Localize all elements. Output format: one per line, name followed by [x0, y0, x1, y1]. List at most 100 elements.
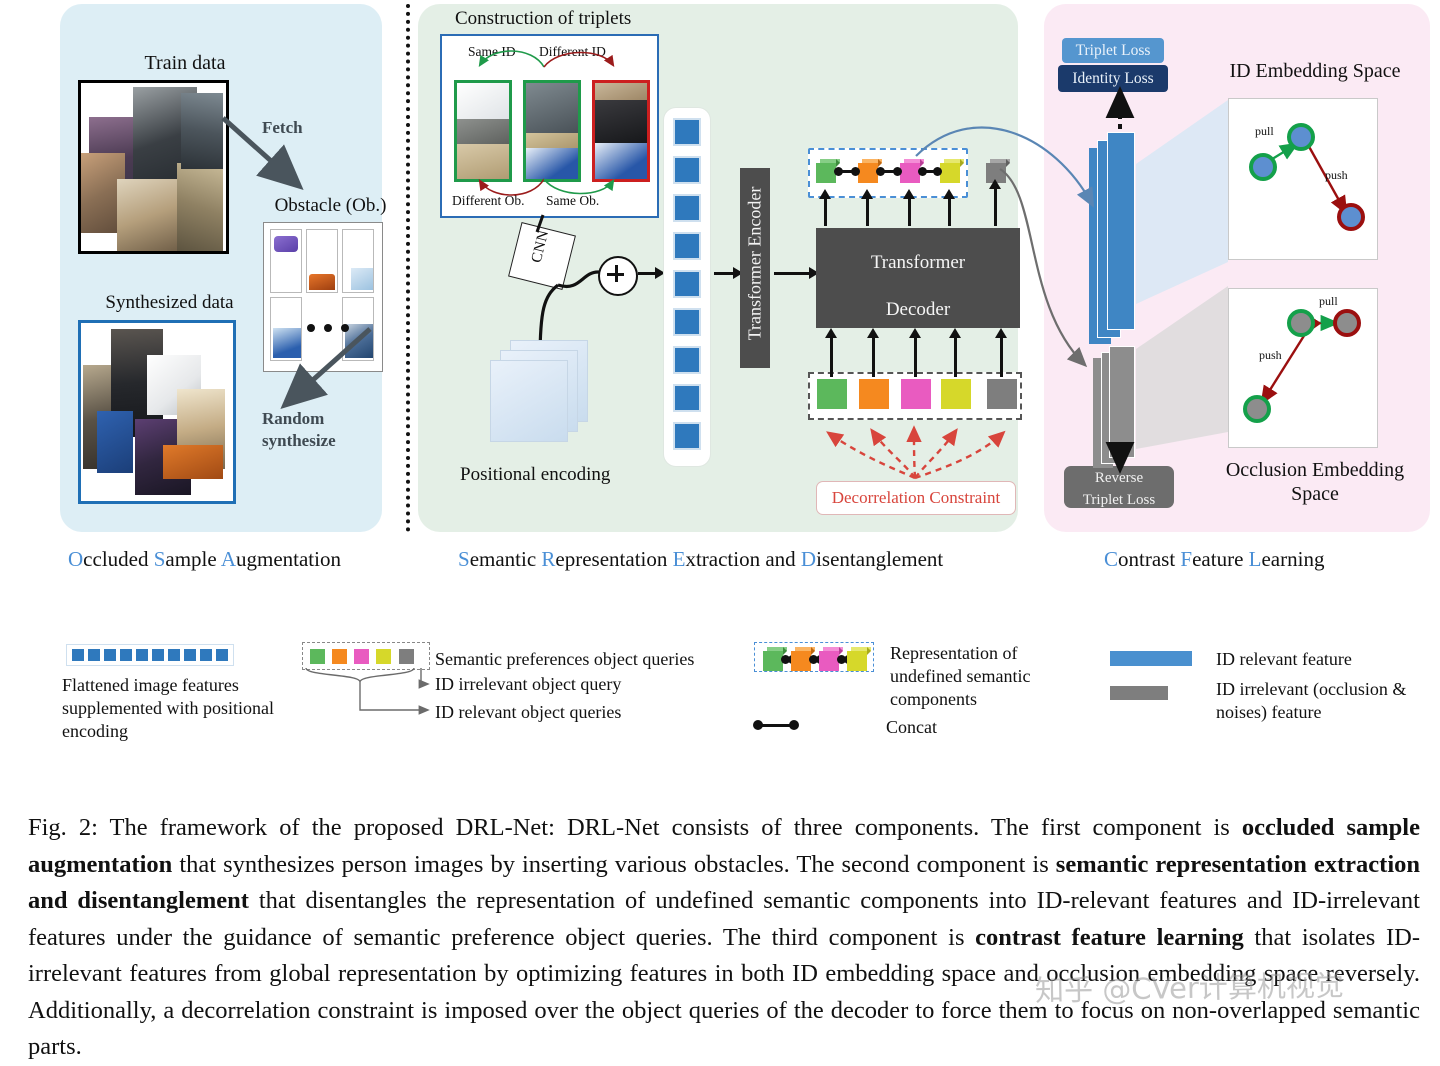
- decorrelation-constraint-label: Decorrelation Constraint: [831, 488, 1001, 507]
- identity-loss-box: Identity Loss: [1058, 65, 1168, 92]
- query-to-decoder-arrow-2: [867, 328, 879, 377]
- same-ob-label: Same Ob.: [546, 193, 600, 208]
- title-capital: C: [1104, 547, 1119, 571]
- title-capital: F: [1180, 547, 1193, 571]
- push-label-occ: push: [1259, 348, 1282, 362]
- occlusion-embedding-plot: pull push: [1243, 294, 1361, 423]
- synthesized-data-image-box: [78, 320, 236, 504]
- id-embedding-space-label: ID Embedding Space: [1229, 60, 1401, 82]
- legend-query-square-irrelevant: [399, 649, 414, 664]
- legend-flattened-strip: [66, 644, 234, 666]
- legend-feature-square: [152, 649, 164, 661]
- id-feature-bar-1: [1107, 132, 1135, 330]
- push-label-id: push: [1325, 168, 1348, 182]
- panel-divider: [406, 4, 410, 532]
- title-text: ample: [165, 547, 221, 571]
- legend-representation-group: [754, 642, 874, 672]
- watermark: 知乎 @CVer计算机视觉: [1034, 968, 1345, 1008]
- query-to-decoder-arrow-5: [995, 328, 1007, 377]
- legend-id-irrelevant-swatch: [1110, 686, 1168, 700]
- object-query-orange: [859, 379, 889, 409]
- title-capital: S: [153, 547, 166, 571]
- section-title-cfl: Contrast Feature Learning: [1104, 547, 1324, 572]
- legend-representation-text: Representation of undefined semantic com…: [890, 643, 1031, 709]
- reverse-triplet-loss-label-1: Reverse: [1094, 470, 1144, 486]
- title-capital: O: [68, 547, 84, 571]
- title-capital: D: [800, 547, 817, 571]
- occlusion-embedding-space-box: pull push: [1228, 288, 1378, 448]
- title-text: epresentation: [555, 547, 673, 571]
- reverse-triplet-loss-box: Reverse Triplet Loss: [1064, 466, 1174, 508]
- title-text: ccluded: [83, 547, 154, 571]
- legend-feature-square: [104, 649, 116, 661]
- decoder-out-arrow-5: [989, 179, 1001, 226]
- legend-query-title: Semantic preferences object queries: [435, 649, 695, 669]
- legend-feature-square: [88, 649, 100, 661]
- legend-query-connectors: [305, 667, 430, 715]
- decoder-out-arrow-1: [819, 189, 831, 226]
- title-text: emantic: [469, 547, 542, 571]
- identity-loss-label: Identity Loss: [1072, 70, 1154, 87]
- transformer-decoder-label-2: Decoder: [885, 299, 951, 320]
- legend-query-relevant: ID relevant object queries: [435, 702, 622, 722]
- decoder-out-arrow-4: [943, 189, 955, 226]
- flattened-image-features: [664, 108, 710, 466]
- decoder-out-arrow-3: [903, 189, 915, 226]
- object-query-pink: [901, 379, 931, 409]
- encoder-to-decoder-arrow: [774, 267, 819, 279]
- legend-query-square-relevant: [310, 649, 325, 664]
- title-text: ugmentation: [235, 547, 341, 571]
- object-query-gray: [987, 379, 1017, 409]
- legend-flattened-text: Flattened image features supplemented wi…: [62, 675, 274, 741]
- pull-label-id: pull: [1255, 124, 1274, 138]
- semantic-cube-yellow: [940, 159, 964, 183]
- legend-feature-square: [200, 649, 212, 661]
- legend-semantic-cube: [847, 647, 871, 671]
- decoder-out-arrow-2: [861, 189, 873, 226]
- concat-connector-1: [834, 167, 860, 176]
- legend-feature-square: [72, 649, 84, 661]
- id-embedding-plot: pull push: [1249, 123, 1365, 231]
- section-title-osa: Occluded Sample Augmentation: [68, 547, 341, 572]
- transformer-encoder: Transformer Encoder: [740, 168, 770, 368]
- fetch-arrow-label: Fetch: [262, 118, 303, 137]
- obstacle-grid: [263, 222, 383, 372]
- pull-label-occ: pull: [1319, 294, 1338, 308]
- decorrelation-constraint-box: Decorrelation Constraint: [816, 481, 1016, 515]
- object-query-yellow: [941, 379, 971, 409]
- legend-id-irrelevant-text: ID irrelevant (occlusion & noises) featu…: [1216, 679, 1407, 722]
- legend-concat-text: Concat: [886, 717, 937, 737]
- transformer-decoder-label-1: Transformer: [870, 252, 966, 273]
- caption-text: that synthesizes person images by insert…: [172, 850, 1056, 878]
- query-to-decoder-arrow-1: [825, 328, 837, 377]
- query-to-decoder-arrow-3: [909, 328, 921, 377]
- title-capital: E: [672, 547, 686, 571]
- title-capital: A: [220, 547, 236, 571]
- legend-id-relevant-text: ID relevant feature: [1216, 649, 1352, 669]
- different-ob-label: Different Ob.: [452, 193, 525, 208]
- legend-feature-square: [136, 649, 148, 661]
- addition-operator: [598, 256, 638, 296]
- title-capital: L: [1248, 547, 1262, 571]
- flatten-to-encoder-arrow: [714, 267, 743, 279]
- positional-encoding-sheet-1: [490, 360, 568, 442]
- triplet-loss-box: Triplet Loss: [1062, 38, 1164, 63]
- legend-feature-square: [216, 649, 228, 661]
- section-title-sred: Semantic Representation Extraction and D…: [458, 547, 943, 572]
- same-id-label: Same ID: [468, 44, 516, 59]
- legend-query-group: [302, 642, 430, 670]
- title-text: earning: [1261, 547, 1325, 571]
- reverse-triplet-loss-label-2: Triplet Loss: [1082, 492, 1156, 508]
- legend-id-relevant-swatch: [1110, 651, 1192, 666]
- concat-connector-2: [876, 167, 902, 176]
- ellipsis-dots: [307, 324, 349, 332]
- concat-connector-3: [918, 167, 942, 176]
- triplet-loss-label: Triplet Loss: [1075, 42, 1151, 59]
- occlusion-embedding-space-label: Occlusion Embedding Space: [1225, 459, 1405, 505]
- legend-query-square-relevant: [332, 649, 347, 664]
- legend-feature-square: [168, 649, 180, 661]
- legend-concat-symbol: [753, 720, 799, 730]
- obstacle-label: Obstacle (Ob.): [274, 195, 387, 216]
- title-text: eature: [1192, 547, 1249, 571]
- train-data-label: Train data: [144, 52, 226, 74]
